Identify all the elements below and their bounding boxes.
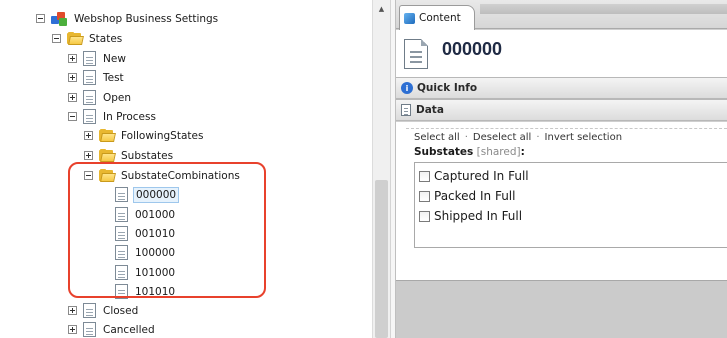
expand-icon[interactable] xyxy=(68,325,77,334)
tree-node-cancelled[interactable]: Cancelled xyxy=(68,320,157,338)
checkbox-label: Shipped In Full xyxy=(434,209,523,223)
checkbox-row-shipped[interactable]: Shipped In Full xyxy=(415,206,727,226)
section-data[interactable]: Data xyxy=(396,99,727,121)
tree-scrollbar[interactable]: ▲ xyxy=(372,0,390,338)
checkbox-row-packed[interactable]: Packed In Full xyxy=(415,186,727,206)
document-icon xyxy=(83,70,96,85)
tree-node-closed[interactable]: Closed xyxy=(68,301,140,320)
expand-icon[interactable] xyxy=(68,306,77,315)
scroll-up-icon[interactable]: ▲ xyxy=(373,0,390,18)
document-icon xyxy=(83,322,96,337)
shared-tag: [shared] xyxy=(476,146,521,158)
checkbox-row-captured[interactable]: Captured In Full xyxy=(415,166,727,186)
annotation-highlight xyxy=(68,162,266,298)
dashed-divider xyxy=(406,128,727,129)
select-all-link[interactable]: Select all xyxy=(414,132,460,143)
checkbox-label: Packed In Full xyxy=(434,189,516,203)
tree-node-states[interactable]: States xyxy=(52,29,124,48)
business-settings-icon xyxy=(51,11,68,26)
content-header: 000000 xyxy=(396,30,727,77)
expand-icon[interactable] xyxy=(68,54,77,63)
substates-checklist: Captured In Full Packed In Full Shipped … xyxy=(414,162,727,248)
tree-label-states: States xyxy=(89,32,123,45)
tree-label-substates: Substates xyxy=(121,149,174,162)
document-icon xyxy=(83,303,96,318)
empty-area xyxy=(396,280,727,338)
deselect-all-link[interactable]: Deselect all xyxy=(473,132,531,143)
tree-node-new[interactable]: New xyxy=(68,49,128,68)
expand-icon[interactable] xyxy=(68,73,77,82)
document-icon xyxy=(83,51,96,66)
substates-field-label: Substates [shared]: xyxy=(414,146,525,158)
folder-icon xyxy=(67,32,84,45)
section-data-label: Data xyxy=(416,104,444,116)
tab-content[interactable]: Content xyxy=(399,5,475,30)
tree-pane: Webshop Business Settings States New Tes… xyxy=(0,0,372,338)
expand-icon[interactable] xyxy=(84,151,93,160)
selection-actions: Select all · Deselect all · Invert selection xyxy=(414,132,622,143)
collapse-icon[interactable] xyxy=(52,34,61,43)
tree-label-in-process: In Process xyxy=(103,110,156,123)
field-label-text: Substates xyxy=(414,146,474,158)
document-icon xyxy=(83,90,96,105)
document-icon xyxy=(83,109,96,124)
tree-node-root[interactable]: Webshop Business Settings xyxy=(36,9,220,28)
expand-icon[interactable] xyxy=(84,131,93,140)
info-icon: i xyxy=(401,82,413,94)
tree-label-following-states: FollowingStates xyxy=(121,129,204,142)
folder-icon xyxy=(99,129,116,142)
tree-label-open: Open xyxy=(103,91,132,104)
tree-node-in-process[interactable]: In Process xyxy=(68,107,158,126)
separator-dot: · xyxy=(464,132,468,143)
checkbox-captured-in-full[interactable] xyxy=(419,170,430,182)
tree-label-cancelled: Cancelled xyxy=(103,323,155,336)
content-pane: Content 000000 i Quick Info Data Select … xyxy=(396,0,727,338)
scroll-thumb[interactable] xyxy=(375,180,388,338)
section-quick-info[interactable]: i Quick Info xyxy=(396,77,727,99)
folder-icon xyxy=(99,149,116,162)
tree-label-test: Test xyxy=(103,71,124,84)
invert-selection-link[interactable]: Invert selection xyxy=(545,132,623,143)
tab-strip-bar xyxy=(480,4,727,14)
page-title: 000000 xyxy=(442,39,503,59)
section-quick-info-label: Quick Info xyxy=(417,82,478,94)
separator-dot: · xyxy=(536,132,540,143)
data-icon xyxy=(401,104,411,116)
content-tab-icon xyxy=(404,12,415,24)
tree-label-new: New xyxy=(103,52,126,65)
field-label-colon: : xyxy=(520,146,525,158)
collapse-icon[interactable] xyxy=(68,112,77,121)
tree-node-open[interactable]: Open xyxy=(68,88,133,107)
checkbox-packed-in-full[interactable] xyxy=(419,190,430,202)
tree-node-test[interactable]: Test xyxy=(68,68,126,87)
expand-icon[interactable] xyxy=(68,93,77,102)
tree-label-closed: Closed xyxy=(103,304,139,317)
document-icon xyxy=(404,39,428,69)
tab-content-label: Content xyxy=(419,12,461,24)
tree-label-root: Webshop Business Settings xyxy=(74,12,219,25)
checkbox-shipped-in-full[interactable] xyxy=(419,210,430,222)
tree-node-following-states[interactable]: FollowingStates xyxy=(84,126,205,145)
collapse-icon[interactable] xyxy=(36,14,45,23)
tab-strip: Content xyxy=(396,0,727,30)
data-panel: Select all · Deselect all · Invert selection… xyxy=(396,122,727,280)
checkbox-label: Captured In Full xyxy=(434,169,529,183)
